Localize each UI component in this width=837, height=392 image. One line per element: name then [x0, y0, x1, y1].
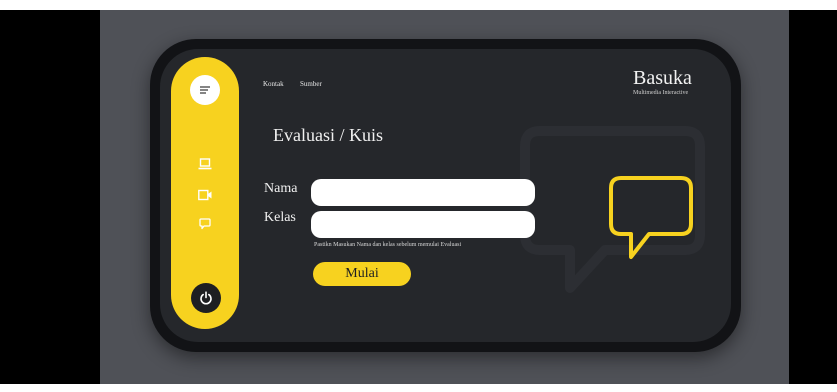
brand: Basuka Multimedia Interactive — [633, 67, 703, 97]
nav-link-sumber[interactable]: Sumber — [300, 80, 322, 88]
video-button[interactable] — [197, 187, 213, 203]
page-title: Evaluasi / Kuis — [273, 125, 383, 145]
menu-button[interactable] — [190, 75, 220, 105]
class-input[interactable] — [311, 211, 535, 238]
power-icon — [200, 291, 212, 305]
start-button[interactable]: Mulai — [313, 262, 411, 286]
name-input[interactable] — [311, 179, 535, 206]
speech-bubble-icon — [609, 176, 693, 259]
menu-icon — [200, 86, 210, 94]
power-button[interactable] — [191, 283, 221, 313]
nav-link-kontak[interactable]: Kontak — [263, 80, 284, 88]
instruction-text: Pastikn Masukan Nama dan kelas sebelum m… — [314, 242, 462, 248]
laptop-icon — [198, 158, 212, 170]
brand-subtitle: Multimedia Interactive — [633, 90, 689, 96]
chat-icon — [199, 218, 211, 230]
name-label: Nama — [264, 181, 298, 196]
chat-button[interactable] — [197, 216, 213, 232]
laptop-button[interactable] — [197, 156, 213, 172]
video-icon — [198, 189, 212, 201]
brand-name: Basuka — [633, 67, 692, 89]
class-label: Kelas — [264, 210, 296, 225]
